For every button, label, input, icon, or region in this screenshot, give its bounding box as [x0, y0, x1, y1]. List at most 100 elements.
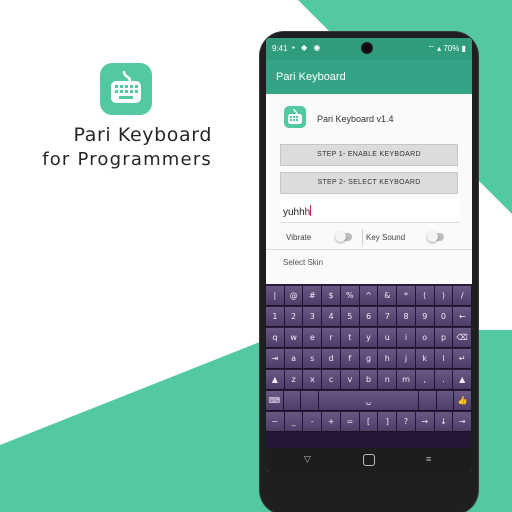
- key[interactable]: ⇥: [266, 349, 285, 369]
- key[interactable]: r: [322, 328, 341, 348]
- keyboard-row: ⌨ ␣ 👍: [266, 391, 472, 411]
- key[interactable]: ~: [266, 412, 285, 432]
- key[interactable]: _: [284, 412, 304, 432]
- select-skin-label[interactable]: Select Skin: [283, 258, 323, 267]
- key[interactable]: [419, 391, 437, 411]
- key[interactable]: 7: [378, 307, 398, 327]
- key[interactable]: 1: [266, 307, 285, 327]
- key[interactable]: j: [397, 349, 416, 369]
- key[interactable]: q: [266, 328, 285, 348]
- key[interactable]: d: [322, 349, 341, 369]
- key[interactable]: ^: [359, 286, 379, 306]
- key[interactable]: [301, 391, 319, 411]
- key[interactable]: =: [340, 412, 360, 432]
- key[interactable]: v: [340, 370, 360, 390]
- key[interactable]: 6: [359, 307, 379, 327]
- key[interactable]: 0: [434, 307, 454, 327]
- key[interactable]: x: [303, 370, 323, 390]
- keyboard-row: | @ # $ % ^ & * ( ) /: [266, 286, 472, 306]
- key[interactable]: ,: [415, 370, 435, 390]
- camera-icon: [361, 42, 373, 54]
- key[interactable]: ▲: [453, 370, 472, 390]
- status-time: 9:41: [272, 44, 288, 53]
- wifi-icon: ⌔: [427, 44, 435, 53]
- key[interactable]: y: [359, 328, 379, 348]
- key[interactable]: 3: [303, 307, 323, 327]
- key[interactable]: b: [359, 370, 379, 390]
- key[interactable]: →: [415, 412, 435, 432]
- keyboard-logo-icon: [284, 106, 306, 128]
- keyboard-row: q w e r t y u i o p ⌫: [266, 328, 472, 348]
- key[interactable]: l: [434, 349, 454, 369]
- key[interactable]: @: [284, 286, 304, 306]
- text-caret: [310, 205, 312, 216]
- keyboard-switch-key[interactable]: ⌨: [266, 391, 284, 411]
- on-screen-keyboard: | @ # $ % ^ & * ( ) / 1 2 3 4 5 6 7 8 9 …: [266, 284, 472, 448]
- key[interactable]: [283, 391, 302, 411]
- key[interactable]: ?: [397, 412, 416, 432]
- key[interactable]: ↵: [453, 349, 472, 369]
- key[interactable]: 9: [415, 307, 435, 327]
- key[interactable]: c: [322, 370, 341, 390]
- options-row: Vibrate Key Sound: [266, 224, 472, 250]
- key[interactable]: #: [303, 286, 323, 306]
- key[interactable]: s: [303, 349, 323, 369]
- signal-icon: ▴: [437, 44, 442, 53]
- key[interactable]: ←: [453, 307, 472, 327]
- key[interactable]: 8: [397, 307, 416, 327]
- home-icon[interactable]: [363, 454, 375, 466]
- promo-subtitle: for Programmers: [42, 149, 212, 170]
- key[interactable]: [436, 391, 455, 411]
- key[interactable]: ⌫: [453, 328, 472, 348]
- options-divider: [362, 229, 363, 245]
- key[interactable]: $: [322, 286, 341, 306]
- key[interactable]: [: [359, 412, 379, 432]
- key[interactable]: u: [378, 328, 398, 348]
- space-key[interactable]: ␣: [318, 391, 420, 411]
- key[interactable]: |: [266, 286, 285, 306]
- key[interactable]: (: [415, 286, 435, 306]
- key[interactable]: o: [415, 328, 435, 348]
- app-bar-title: Pari Keyboard: [276, 71, 346, 83]
- key[interactable]: .: [434, 370, 454, 390]
- keyboard-row: 1 2 3 4 5 6 7 8 9 0 ←: [266, 307, 472, 327]
- thumbs-up-key[interactable]: 👍: [454, 391, 472, 411]
- enable-keyboard-button[interactable]: STEP 1- ENABLE KEYBOARD: [280, 144, 458, 166]
- key[interactable]: t: [340, 328, 360, 348]
- key[interactable]: &: [378, 286, 398, 306]
- key[interactable]: p: [434, 328, 454, 348]
- key[interactable]: 2: [284, 307, 304, 327]
- key[interactable]: ]: [378, 412, 398, 432]
- key[interactable]: i: [397, 328, 416, 348]
- key[interactable]: n: [378, 370, 398, 390]
- key[interactable]: a: [284, 349, 304, 369]
- key[interactable]: +: [322, 412, 341, 432]
- key[interactable]: ↓: [434, 412, 454, 432]
- key[interactable]: 5: [340, 307, 360, 327]
- vibrate-toggle[interactable]: [335, 231, 352, 242]
- keysound-toggle[interactable]: [427, 231, 444, 242]
- key[interactable]: →: [453, 412, 472, 432]
- key[interactable]: g: [359, 349, 379, 369]
- keyboard-row: ▲ z x c v b n m , . ▲: [266, 370, 472, 390]
- version-text: Pari Keyboard v1.4: [317, 114, 394, 124]
- key[interactable]: f: [340, 349, 360, 369]
- recents-icon[interactable]: ≡: [426, 454, 431, 464]
- key[interactable]: ): [434, 286, 454, 306]
- select-keyboard-button[interactable]: STEP 2- SELECT KEYBOARD: [280, 172, 458, 194]
- key[interactable]: k: [415, 349, 435, 369]
- test-input[interactable]: yuhhh: [280, 199, 460, 223]
- key[interactable]: e: [303, 328, 323, 348]
- key[interactable]: %: [340, 286, 360, 306]
- key[interactable]: w: [284, 328, 304, 348]
- key[interactable]: /: [453, 286, 472, 306]
- key[interactable]: 4: [322, 307, 341, 327]
- key[interactable]: ▲: [266, 370, 285, 390]
- key[interactable]: -: [303, 412, 323, 432]
- toggle-knob: [335, 231, 346, 242]
- key[interactable]: m: [397, 370, 416, 390]
- key[interactable]: z: [284, 370, 304, 390]
- key[interactable]: h: [378, 349, 398, 369]
- back-icon[interactable]: ▽: [304, 454, 311, 465]
- key[interactable]: *: [397, 286, 416, 306]
